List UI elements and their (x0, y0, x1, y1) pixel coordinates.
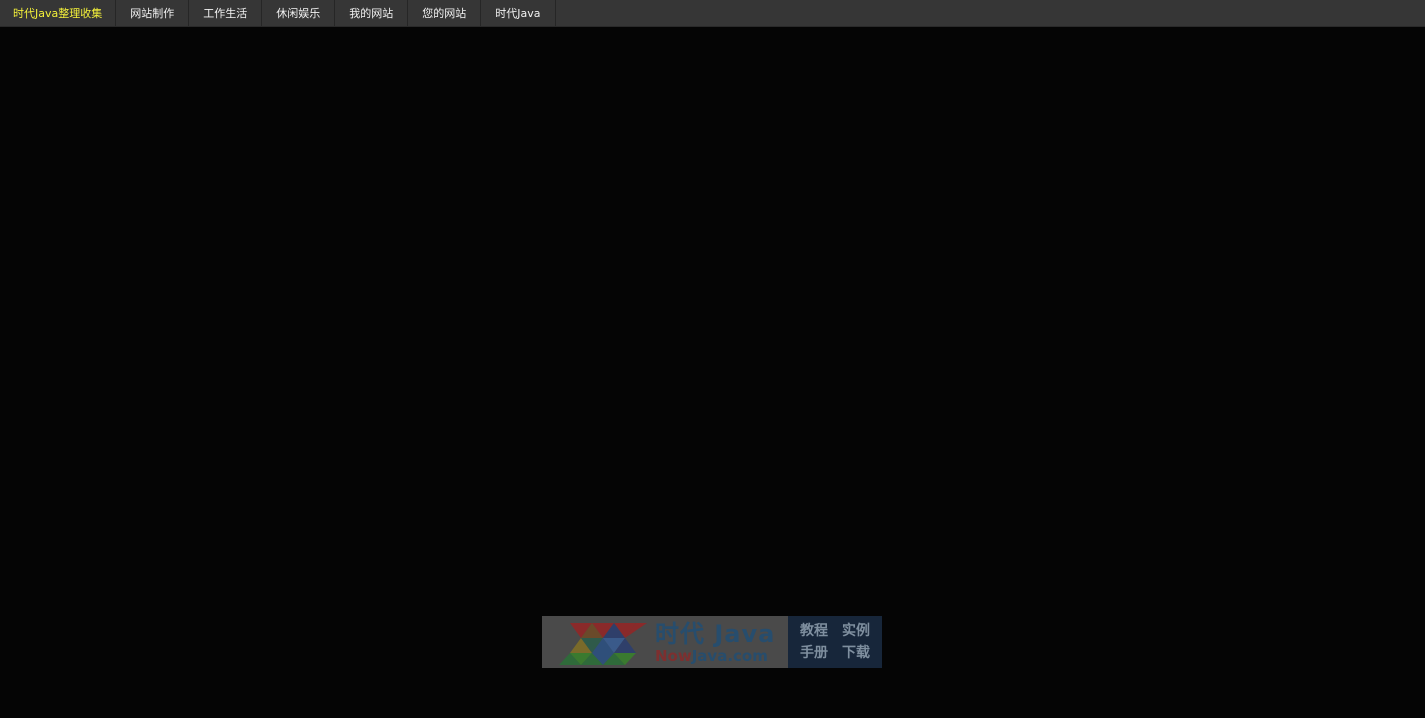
nav-item-work-life[interactable]: 工作生活 (189, 0, 263, 26)
banner-link-download[interactable]: 下载 (842, 644, 870, 662)
banner-domain-now: Now (655, 647, 692, 665)
nav-item-leisure[interactable]: 休闲娱乐 (262, 0, 336, 26)
triangle-logo-icon (559, 623, 647, 665)
banner-links-area: 教程 实例 手册 下载 (788, 616, 882, 668)
top-navigation-bar: 时代Java整理收集 网站制作 工作生活 休闲娱乐 我的网站 您的网站 时代Ja… (0, 0, 1425, 27)
banner-link-manual[interactable]: 手册 (800, 644, 828, 662)
nav-item-website-making[interactable]: 网站制作 (116, 0, 190, 26)
content-area (0, 27, 1425, 718)
nowjava-banner[interactable]: 时代 Java NowJava.com 教程 实例 手册 下载 (542, 616, 882, 668)
banner-domain: NowJava.com (655, 647, 768, 665)
banner-link-examples[interactable]: 实例 (842, 622, 870, 640)
banner-logo-area: 时代 Java NowJava.com (542, 616, 788, 668)
nav-brand-link[interactable]: 时代Java整理收集 (0, 0, 117, 26)
banner-link-tutorial[interactable]: 教程 (800, 622, 828, 640)
banner-domain-java: Java.com (691, 647, 768, 665)
nav-item-my-site[interactable]: 我的网站 (335, 0, 409, 26)
nav-item-nowjava[interactable]: 时代Java (481, 0, 556, 26)
nav-item-your-site[interactable]: 您的网站 (408, 0, 482, 26)
banner-title: 时代 Java (655, 620, 776, 648)
